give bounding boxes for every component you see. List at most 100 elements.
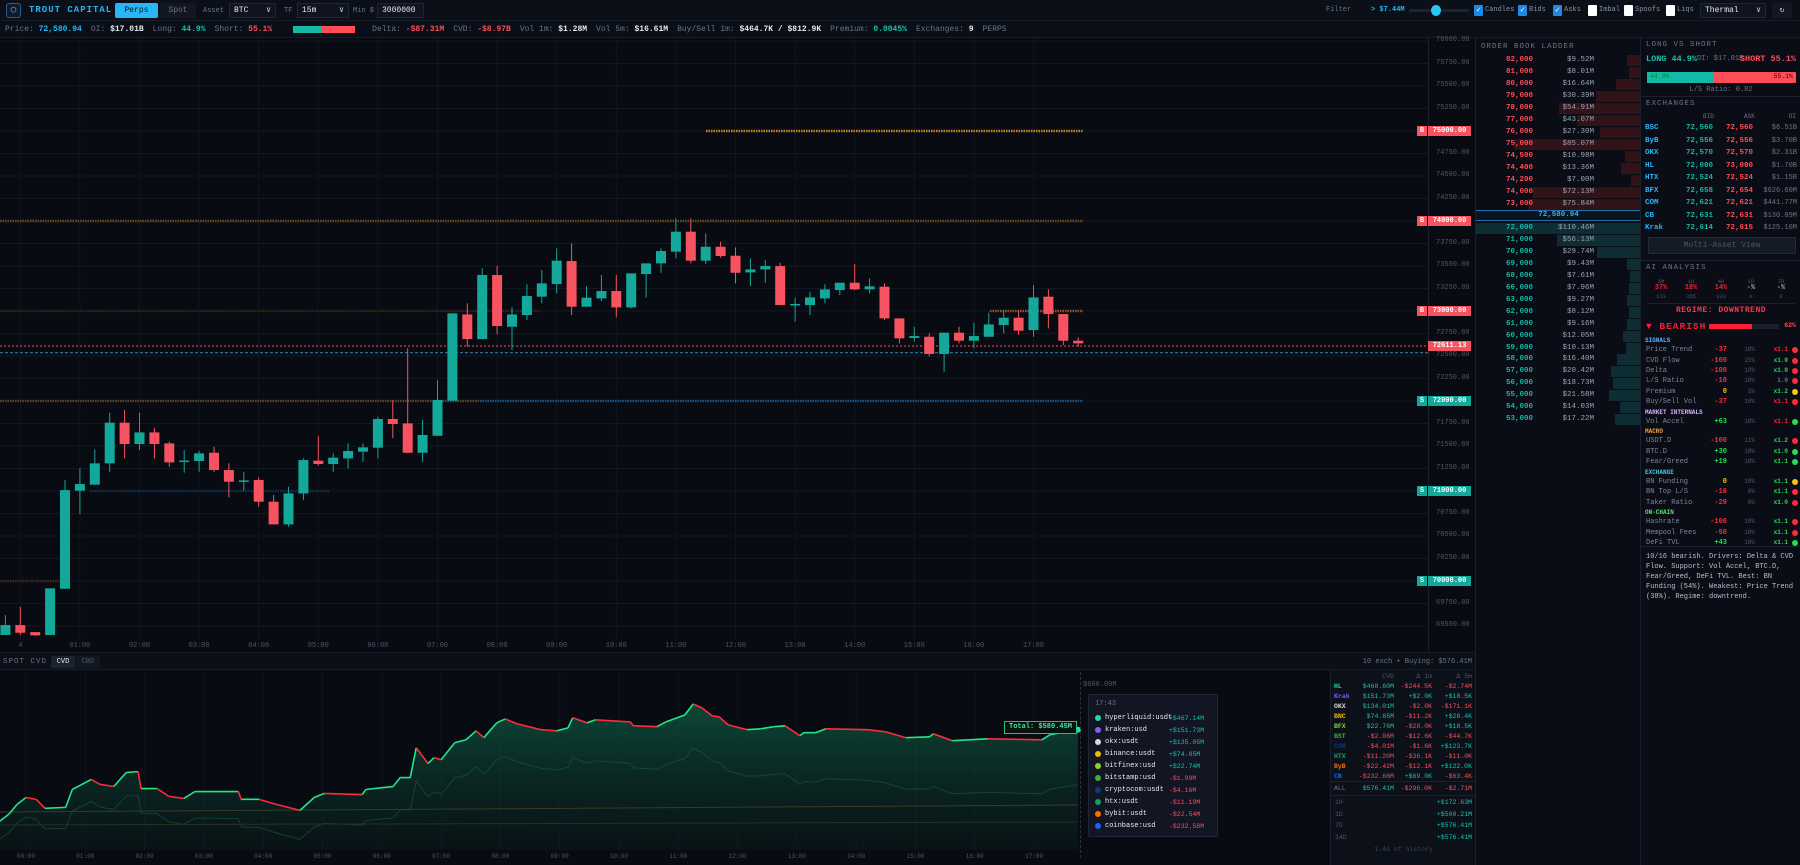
checkbox-asks[interactable]: ✓ — [1553, 5, 1562, 16]
checkbox-liqs[interactable] — [1666, 5, 1675, 16]
cvd-time-tick: 04:00 — [254, 853, 273, 860]
exchange-color-dot — [1095, 763, 1101, 769]
order-book-bid-row[interactable]: 53,000 $17.22M — [1476, 414, 1641, 426]
checkbox-candles[interactable]: ✓ — [1474, 5, 1483, 16]
chart-canvas[interactable] — [0, 0, 1475, 865]
signal-multiplier: x1.1 — [1773, 458, 1788, 466]
exchange-row[interactable]: BSC 72,560 72,560 $6.51B — [1641, 122, 1800, 134]
order-book-ask-row[interactable]: 73,000 $75.84M — [1476, 199, 1641, 210]
multi-asset-view-button[interactable]: Multi-Asset View — [1648, 237, 1796, 254]
order-book-ask-row[interactable]: 74,200 $7.00M — [1476, 175, 1641, 186]
asset-select[interactable]: BTC ∨ — [229, 3, 276, 18]
divider — [1641, 260, 1800, 261]
order-book-bid-row[interactable]: 72,000 $110.46M — [1476, 223, 1641, 234]
order-book-bid-row[interactable]: 54,000 $14.03M — [1476, 402, 1641, 414]
spot-tab[interactable]: Spot — [160, 3, 196, 18]
price-tick: 70750.00 — [1436, 508, 1470, 517]
perps-tab[interactable]: Perps — [115, 3, 158, 18]
exchange-row[interactable]: COM 72,621 72,621 $441.77M — [1641, 197, 1800, 209]
candle — [45, 588, 56, 635]
order-book-bid-row[interactable]: 57,000 $20.42M — [1476, 366, 1641, 378]
order-book-ask-row[interactable]: 76,000 $27.30M — [1476, 127, 1641, 138]
cvd-row-exchange: COM — [1334, 743, 1346, 750]
filter-slider[interactable] — [1409, 5, 1469, 16]
cvd-row-delta-1m: -$2.0K — [1408, 703, 1432, 710]
timeframe-count: 355 — [1686, 293, 1696, 300]
tab-cbd[interactable]: CBD — [76, 656, 100, 668]
cvd-period-label: 1D — [1335, 810, 1343, 818]
order-book-bid-row[interactable]: 61,000 $9.16M — [1476, 318, 1641, 330]
order-book-ask-row[interactable]: 75,000 $85.07M — [1476, 139, 1641, 150]
candle-body — [149, 432, 160, 445]
price-tick: 73250.00 — [1436, 283, 1470, 292]
order-book-bid-row[interactable]: 59,000 $10.13M — [1476, 342, 1641, 354]
order-book-ask-row[interactable]: 74,400 $13.36M — [1476, 163, 1641, 174]
min-size-input[interactable]: 3000000 — [377, 3, 424, 18]
signal-multiplier: x1.1 — [1773, 518, 1788, 526]
candle-body — [283, 493, 294, 525]
depth-bar — [1626, 55, 1641, 66]
candle — [939, 332, 950, 372]
cvd-row-delta-1m: -$36.1K — [1404, 753, 1432, 760]
order-book-bid-row[interactable]: 62,000 $8.12M — [1476, 306, 1641, 318]
ask-price: 75,000 — [1505, 140, 1533, 148]
order-book-bid-row[interactable]: 66,000 $7.96M — [1476, 282, 1641, 294]
checkbox-bids[interactable]: ✓ — [1518, 5, 1527, 16]
order-book-bid-row[interactable]: 69,000 $9.43M — [1476, 258, 1641, 270]
exchange-row[interactable]: BFX 72,658 72,654 $626.60M — [1641, 185, 1800, 197]
exchange-row[interactable]: Krak 72,614 72,615 $125.10M — [1641, 222, 1800, 234]
colormap-select[interactable]: Thermal ∨ — [1700, 3, 1766, 18]
signal-label: Premium — [1646, 387, 1676, 396]
candle-body — [864, 286, 875, 290]
exchange-row[interactable]: CB 72,631 72,631 $130.89M — [1641, 210, 1800, 222]
candle — [60, 480, 70, 589]
tab-cvd[interactable]: CVD — [51, 656, 75, 668]
checkbox-spoofs[interactable] — [1624, 5, 1633, 16]
long-label: Long: — [152, 24, 177, 34]
order-book-ask-row[interactable]: 80,000 $16.64M — [1476, 79, 1641, 90]
order-book-bid-row[interactable]: 71,000 $56.13M — [1476, 234, 1641, 246]
price-tick: 72750.00 — [1436, 328, 1470, 337]
cvd-exchange-table: CVD Δ 1m Δ 5m HL $468.60M -$244.5K -$2.74M Krak… — [1330, 670, 1476, 865]
price-tick: 75250.00 — [1436, 103, 1470, 112]
depth-bar — [1616, 354, 1641, 366]
order-book-bid-row[interactable]: 63,000 $9.27M — [1476, 294, 1641, 306]
refresh-button[interactable]: ↻ — [1772, 3, 1792, 18]
signal-weight: 10% — [1744, 417, 1755, 425]
order-book-ask-row[interactable]: 82,000 $9.52M — [1476, 55, 1641, 66]
bid-size: $10.13M — [1562, 343, 1594, 352]
candle-body — [30, 632, 41, 636]
filter-slider-handle[interactable] — [1431, 5, 1441, 16]
order-book-bid-row[interactable]: 55,000 $21.58M — [1476, 390, 1641, 402]
candle — [507, 307, 517, 351]
depth-bar — [1600, 127, 1641, 138]
order-book-bid-row[interactable]: 56,000 $18.73M — [1476, 378, 1641, 390]
bid-price: 59,000 — [1505, 343, 1533, 352]
order-book-bid-row[interactable]: 60,000 $12.05M — [1476, 330, 1641, 342]
exchange-row[interactable]: ByB 72,556 72,556 $3.70B — [1641, 135, 1800, 147]
time-tick: 16:00 — [963, 642, 985, 650]
cvd-row-delta-5m: +$28.4K — [1444, 713, 1472, 720]
order-book-ask-row[interactable]: 77,000 $43.07M — [1476, 115, 1641, 126]
order-book-ask-row[interactable]: 81,000 $8.01M — [1476, 67, 1641, 78]
order-book-ask-row[interactable]: 78,000 $54.91M — [1476, 103, 1641, 114]
exchange-name: Krak — [1645, 224, 1664, 232]
order-book-ask-row[interactable]: 74,500 $10.98M — [1476, 151, 1641, 162]
candle-body — [253, 480, 264, 502]
checkbox-imbal[interactable] — [1588, 5, 1597, 16]
order-book-ask-row[interactable]: 74,000 $72.13M — [1476, 187, 1641, 198]
cvd-time-tick: 08:00 — [491, 853, 510, 860]
order-book-ask-row[interactable]: 79,000 $30.39M — [1476, 91, 1641, 102]
exchange-row[interactable]: HL 72,000 73,000 $1.70B — [1641, 160, 1800, 172]
time-tick: 13:00 — [784, 642, 806, 650]
exchange-row[interactable]: OKX 72,570 72,570 $2.31B — [1641, 147, 1800, 159]
candle — [894, 318, 905, 344]
candle-body — [268, 501, 279, 525]
candle-body — [432, 400, 443, 436]
exchange-row[interactable]: HTX 72,524 72,524 $1.15B — [1641, 172, 1800, 184]
order-book-bid-row[interactable]: 68,000 $7.61M — [1476, 270, 1641, 282]
timeframe-select[interactable]: 15m ∨ — [297, 3, 349, 18]
order-book-bid-row[interactable]: 58,000 $16.40M — [1476, 354, 1641, 366]
order-book-bid-row[interactable]: 70,000 $29.74M — [1476, 246, 1641, 258]
exchange-bid: 72,614 — [1685, 224, 1713, 232]
